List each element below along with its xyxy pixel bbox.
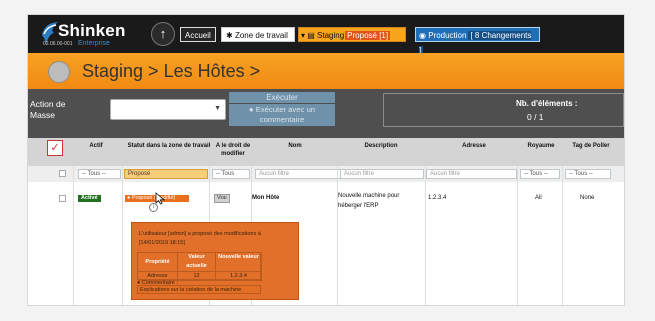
brand-edition: Enterprise: [78, 40, 110, 47]
host-realm: All: [535, 195, 542, 201]
comment-text: Explications sur la création de la machi…: [140, 287, 242, 293]
column-divider: [425, 166, 426, 305]
filter-actif[interactable]: -- Tous --: [78, 169, 121, 179]
production-button[interactable]: ◉ Production[ 8 Changements ]: [415, 27, 540, 55]
mass-action-select[interactable]: ▼: [110, 99, 226, 120]
check-icon: ✓: [50, 142, 60, 154]
production-label: Production: [428, 31, 467, 40]
arrow-up-icon: ↑: [159, 26, 167, 41]
execute-with-comment-label: Exécuter avec un commentaire: [255, 105, 316, 124]
comment-icon: ●: [248, 105, 256, 114]
filter-row: -- Tous -- Proposé -- Tous Aucun filtre …: [28, 166, 624, 183]
filter-address[interactable]: Aucun filtre: [426, 169, 517, 179]
host-address: 1.2.3.4: [428, 195, 447, 201]
page-title: Staging > Les Hôtes >: [82, 61, 261, 81]
staging-status-label: Proposé (modifié): [131, 195, 176, 201]
column-header-actif[interactable]: Actif: [84, 142, 108, 150]
can-modify-badge: Vrai: [214, 194, 230, 203]
hosts-table: ✓ Actif Statut dans la zone de travail A…: [28, 138, 624, 305]
mass-action-bar: Action de Masse ▼ Exécuter ● Exécuter av…: [28, 89, 624, 138]
status-badge: Activé: [78, 195, 101, 202]
property-header: Propriété: [138, 253, 178, 272]
staging-badge: Proposé [1]: [345, 31, 391, 40]
column-header-address[interactable]: Adresse: [456, 142, 492, 150]
filter-realm[interactable]: -- Tous --: [520, 169, 560, 179]
host-poller-tag: None: [580, 195, 595, 201]
work-zone-button[interactable]: ✱ Zone de travail: [221, 27, 295, 42]
filter-status[interactable]: Proposé: [124, 169, 208, 179]
host-description: Nouvelle machine pour héberger l'ERP: [338, 193, 400, 209]
row-checkbox[interactable]: [59, 195, 66, 202]
top-navigation-bar: Shinken 02.06.00-001 Enterprise ↑ Accuei…: [28, 15, 624, 55]
select-all-checkbox[interactable]: ✓: [47, 140, 63, 156]
comment-box: Explications sur la création de la machi…: [137, 285, 261, 294]
mass-action-label: Action de Masse: [30, 99, 66, 120]
new-value-header: Nouvelle valeur: [216, 253, 262, 272]
select-caret-icon: ▼: [214, 105, 221, 112]
column-header-can-modify[interactable]: A le droit de modifier: [212, 142, 254, 158]
current-value-header: Valeur actuelle: [178, 253, 216, 272]
filter-description[interactable]: Aucun filtre: [340, 169, 424, 179]
filter-name[interactable]: Aucun filtre: [255, 169, 346, 179]
element-count-box: Nb. d'éléments : 0 / 1: [383, 93, 624, 127]
filter-row-checkbox[interactable]: [59, 170, 66, 177]
column-divider: [73, 166, 74, 305]
brand-version: 02.06.00-001: [43, 41, 73, 47]
column-divider: [122, 166, 123, 305]
column-header-description[interactable]: Description: [356, 142, 406, 150]
modification-message: L'utilisateur [admin] a proposé des modi…: [139, 231, 261, 246]
column-header-realm[interactable]: Royaume: [523, 142, 559, 150]
staging-db-icon: ▤: [307, 31, 318, 40]
application-window: Shinken 02.06.00-001 Enterprise ↑ Accuei…: [27, 14, 625, 306]
mouse-cursor-icon: [155, 192, 165, 205]
up-button[interactable]: ↑: [151, 22, 175, 46]
table-header-row: ✓ Actif Statut dans la zone de travail A…: [28, 138, 624, 166]
shinken-logo[interactable]: Shinken 02.06.00-001 Enterprise: [36, 19, 156, 49]
execute-button[interactable]: Exécuter: [229, 92, 335, 103]
production-icon: ◉: [419, 31, 429, 40]
staging-button[interactable]: ▾ ▤ Staging Proposé [1]: [298, 27, 406, 42]
staging-label: Staging: [317, 31, 345, 40]
element-count-label: Nb. d'éléments :: [516, 99, 578, 108]
filter-can-modify[interactable]: -- Tous: [212, 169, 250, 179]
host-name[interactable]: Mon Hôte: [252, 195, 279, 201]
modification-popup: L'utilisateur [admin] a proposé des modi…: [131, 222, 299, 300]
current-value: 12: [178, 272, 216, 281]
filter-poller-tag[interactable]: -- Tous --: [565, 169, 611, 179]
column-divider: [517, 166, 518, 305]
home-button[interactable]: Accueil: [180, 27, 216, 42]
page-title-bar: Staging > Les Hôtes >: [28, 53, 624, 89]
column-header-name[interactable]: Nom: [283, 142, 307, 150]
modification-table: Propriété Valeur actuelle Nouvelle valeu…: [137, 252, 262, 281]
table-row[interactable]: Activé ● Proposé (modifié) Vrai Mon Hôte…: [28, 182, 624, 213]
column-divider: [337, 166, 338, 305]
column-header-poller-tag[interactable]: Tag de Poller: [563, 142, 619, 150]
work-zone-label: Zone de travail: [234, 31, 288, 40]
new-value: 1.2.3.4: [216, 272, 262, 281]
execute-with-comment-button[interactable]: ● Exécuter avec un commentaire: [229, 104, 335, 126]
work-zone-icon: ✱: [226, 31, 235, 40]
database-icon: [48, 61, 70, 83]
info-circle-icon: i: [149, 203, 158, 212]
element-count-value: 0 / 1: [527, 112, 544, 122]
column-header-status[interactable]: Statut dans la zone de travail: [124, 142, 214, 150]
brand-name: Shinken: [58, 21, 126, 40]
column-divider: [562, 166, 563, 305]
